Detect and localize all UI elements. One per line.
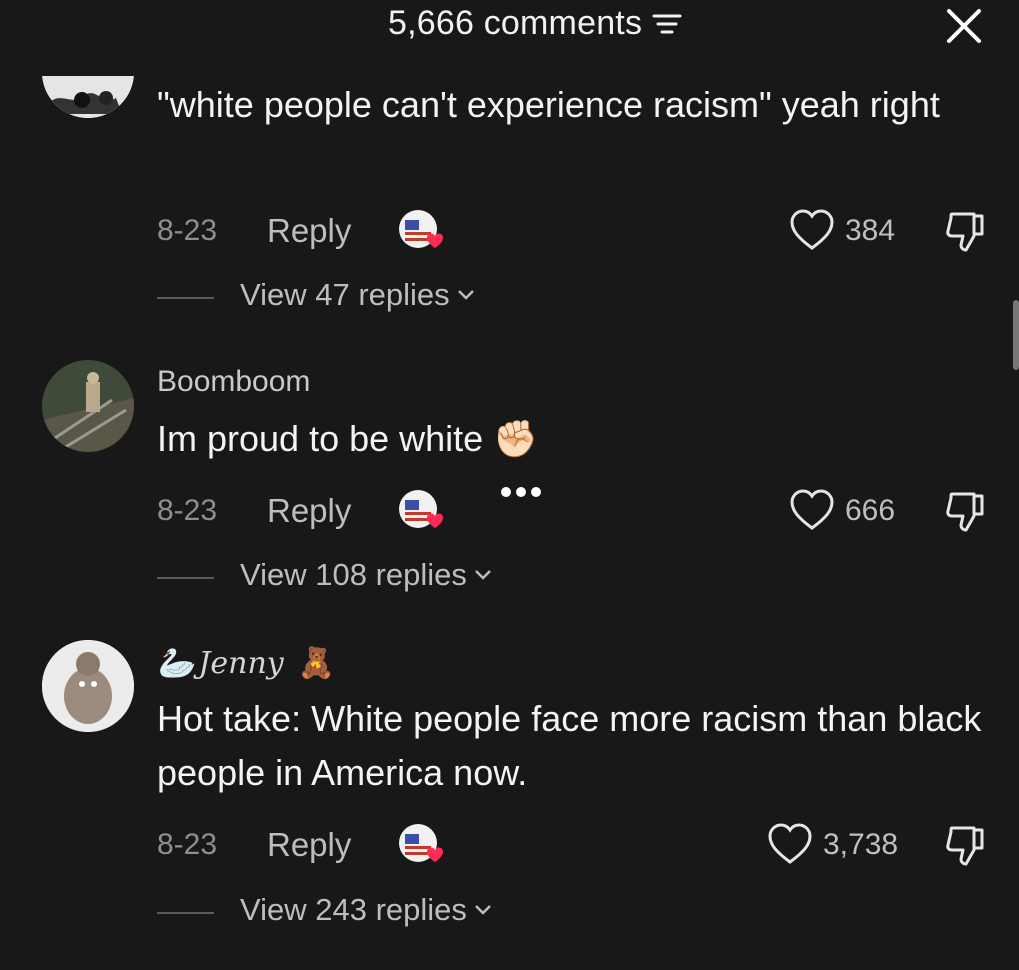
chevron-down-icon (475, 570, 491, 580)
like-heart-icon[interactable] (767, 822, 813, 866)
scroll-mask (30, 0, 150, 76)
username[interactable]: 🦢 Jenny 🧸 (157, 646, 335, 681)
divider-line (157, 577, 214, 579)
like-count: 666 (845, 494, 896, 527)
like-count: 384 (845, 214, 896, 247)
avatar[interactable] (42, 360, 134, 452)
comment-text: "white people can't experience racism" y… (157, 84, 940, 125)
comment-item: "white people can't experience racism" y… (0, 0, 1019, 340)
view-replies-row[interactable]: View 243 replies (0, 890, 1019, 936)
more-options-icon[interactable] (498, 483, 544, 501)
like-heart-icon[interactable] (789, 488, 835, 532)
avatar[interactable] (42, 640, 134, 732)
like-heart-icon[interactable] (789, 208, 835, 252)
creator-liked-icon (399, 490, 443, 528)
avatar-image (42, 360, 134, 452)
comment-date: 8-23 (157, 828, 218, 861)
view-replies-row[interactable]: View 47 replies (0, 275, 1019, 321)
chevron-down-icon (457, 290, 474, 300)
comment-date: 8-23 (157, 214, 218, 247)
comment-text: Hot take: White people face more racism … (157, 698, 982, 793)
view-replies-label: View 47 replies (240, 277, 450, 312)
reply-button[interactable]: Reply (267, 212, 351, 250)
comment-actions: 8-23 Reply 3,738 (0, 820, 1019, 870)
teddy-bear-emoji: 🧸 (297, 646, 336, 681)
divider-line (157, 912, 214, 914)
creator-liked-icon (399, 210, 443, 248)
comment-text: Im proud to be white ✊🏻 (157, 418, 539, 459)
view-replies-label: View 243 replies (240, 892, 467, 927)
comment-date: 8-23 (157, 494, 218, 527)
scrollbar[interactable] (1013, 300, 1019, 370)
comment-item: 🦢 Jenny 🧸 Hot take: White people face mo… (0, 640, 1019, 840)
divider-line (157, 297, 214, 299)
username-label: Jenny (198, 646, 284, 681)
dislike-icon[interactable] (942, 208, 990, 254)
like-count: 3,738 (823, 828, 899, 861)
username[interactable]: Boomboom (157, 365, 310, 399)
view-replies-label: View 108 replies (240, 557, 467, 592)
view-replies-row[interactable]: View 108 replies (0, 555, 1019, 601)
view-replies-button[interactable]: View 47 replies (240, 277, 476, 313)
swan-emoji: 🦢 (157, 646, 195, 681)
reply-button[interactable]: Reply (267, 492, 351, 530)
comment-actions: 8-23 Reply 384 (0, 206, 1019, 256)
reply-button[interactable]: Reply (267, 826, 351, 864)
creator-liked-icon (399, 824, 443, 862)
chevron-down-icon (475, 905, 491, 915)
dislike-icon[interactable] (942, 822, 990, 868)
avatar-image (42, 640, 134, 732)
view-replies-button[interactable]: View 108 replies (240, 557, 493, 593)
dislike-icon[interactable] (942, 488, 990, 534)
view-replies-button[interactable]: View 243 replies (240, 892, 493, 928)
